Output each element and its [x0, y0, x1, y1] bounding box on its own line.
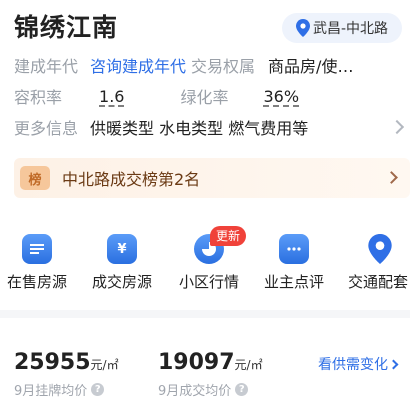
nav-on-sale[interactable]: 在售房源 [0, 226, 77, 292]
trade-label: 交易权属 [191, 57, 256, 76]
nav-on-sale-label: 在售房源 [6, 273, 67, 291]
quick-nav: 在售房源 ¥ 成交房源 小区行情 业主点评 交通配套 更新 [0, 226, 410, 296]
listing-price-unit: 元/㎡ [90, 358, 119, 372]
nav-reviews[interactable]: 业主点评 [254, 226, 334, 292]
rank-text: 中北路成交榜第2名 [62, 170, 201, 189]
new-update-badge: 更新 [210, 226, 247, 246]
nav-sold-label: 成交房源 [91, 273, 152, 291]
deal-price-value: 19097 [158, 350, 235, 375]
help-icon[interactable]: ? [91, 383, 105, 396]
price-card: 25955元/㎡ 9月挂牌均价 ? 19097元/㎡ 9月成交均价 ? 看供需变… [0, 318, 410, 398]
location-text: 武昌-中北路 [312, 21, 389, 37]
deal-price-unit: 元/㎡ [234, 358, 263, 372]
chevron-right-icon [385, 171, 398, 184]
build-year-row: 建成年代 咨询建成年代 交易权属 商品房/使… [14, 53, 353, 77]
help-icon[interactable]: ? [235, 383, 249, 396]
more-info-label: 更多信息 [14, 119, 79, 138]
supply-demand-link[interactable]: 看供需变化 [318, 354, 399, 374]
listing-price-caption: 9月挂牌均价 ? [14, 380, 105, 398]
build-year-label: 建成年代 [14, 57, 79, 76]
yen-icon: ¥ [107, 234, 137, 264]
nav-sold[interactable]: ¥ 成交房源 [82, 226, 162, 292]
deal-price: 19097元/㎡ [158, 350, 263, 375]
location-pill[interactable]: 武昌-中北路 [282, 13, 402, 43]
listing-price-value: 25955 [14, 350, 91, 375]
far-label: 容积率 [14, 88, 63, 107]
chevron-right-icon [388, 359, 399, 370]
nav-transport[interactable]: 交通配套 [340, 226, 410, 292]
far-value[interactable]: 1.6 [99, 87, 124, 106]
green-value[interactable]: 36% [263, 87, 299, 106]
far-row: 容积率 1.6 绿化率 36% [14, 84, 299, 108]
rank-banner[interactable]: 榜 中北路成交榜第2名 [14, 158, 410, 198]
community-title: 锦绣江南 [14, 13, 119, 42]
deal-price-caption: 9月成交均价 ? [158, 380, 249, 398]
map-pin-icon [365, 234, 395, 264]
community-info-card: 锦绣江南 武昌-中北路 建成年代 咨询建成年代 交易权属 商品房/使… 容积率 … [0, 0, 410, 310]
trade-value: 商品房/使… [268, 57, 354, 76]
deal-price-label: 9月成交均价 [158, 384, 232, 398]
more-info-value: 供暖类型 水电类型 燃气费用等 [90, 119, 309, 138]
chevron-right-icon [389, 119, 405, 135]
nav-transport-label: 交通配套 [348, 273, 409, 291]
more-info-row[interactable]: 更多信息 供暖类型 水电类型 燃气费用等 [14, 115, 410, 139]
nav-reviews-label: 业主点评 [263, 273, 324, 291]
rank-badge-icon: 榜 [20, 166, 50, 190]
supply-demand-label: 看供需变化 [318, 357, 388, 373]
location-pin-icon [295, 19, 310, 37]
listing-price-label: 9月挂牌均价 [14, 384, 88, 398]
green-label: 绿化率 [180, 88, 229, 107]
consult-build-year-link[interactable]: 咨询建成年代 [90, 53, 186, 77]
listing-price: 25955元/㎡ [14, 350, 119, 375]
chat-bubble-icon [279, 234, 309, 264]
nav-market-label: 小区行情 [178, 273, 239, 291]
house-list-icon [22, 234, 52, 264]
